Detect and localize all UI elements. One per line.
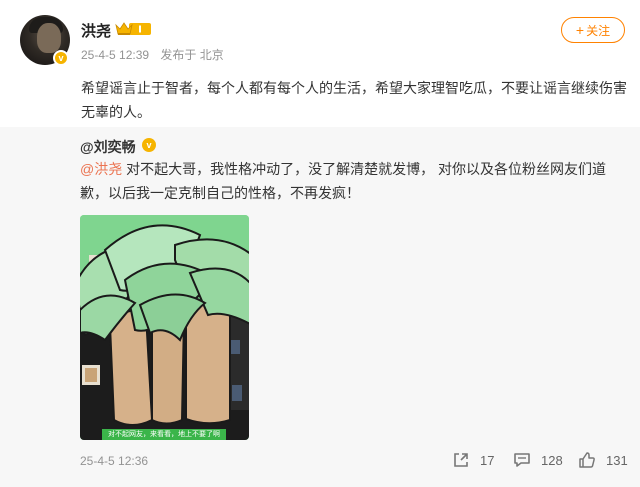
comment-count: 128 [541,452,563,468]
like-count: 131 [606,452,628,468]
image-caption: 对不起网友，来看看，地上不要了啊 [108,431,220,438]
post-time[interactable]: 25-4-5 12:39 [81,48,149,62]
follow-label: 关注 [586,23,611,38]
like-action[interactable]: 131 [578,449,628,471]
repost-card[interactable]: @刘奕畅 v @洪尧 对不起大哥，我性格冲动了，没了解清楚就发博， 对你以及各位… [0,127,640,487]
repost-count: 17 [480,452,495,468]
repost-time[interactable]: 25-4-5 12:36 [80,454,148,468]
post-source: 发布于 北京 [160,48,224,62]
mention-link[interactable]: @洪尧 [80,161,122,177]
vip-crown-icon[interactable] [115,21,152,37]
post-text: 希望谣言止于智者，每个人都有每个人的生活，希望大家理智吃瓜，不要让谣言继续伤害无… [81,80,627,120]
repost-author[interactable]: @刘奕畅 [80,137,136,157]
like-icon [579,452,595,468]
comment-icon [514,453,530,467]
verified-badge-icon: v [142,138,156,152]
repost-action[interactable]: 17 [452,449,494,471]
repost-image[interactable]: 对不起网友，来看看，地上不要了啊 [80,215,249,440]
repost-body: 对不起大哥，我性格冲动了，没了解清楚就发博， 对你以及各位粉丝网友们道歉，以后我… [80,161,606,201]
repost-icon [454,453,468,467]
post-meta: 25-4-5 12:39 发布于 北京 [81,46,224,63]
comment-action[interactable]: 128 [513,449,563,471]
weibo-post: v 洪尧 25-4-5 12:39 发布于 北京 + 关注 希望谣言止于智者，每… [0,0,640,487]
repost-text: @洪尧 对不起大哥，我性格冲动了，没了解清楚就发博， 对你以及各位粉丝网友们道歉… [80,157,628,205]
verified-badge-icon: v [53,50,69,66]
plus-icon: + [575,22,585,38]
author-name[interactable]: 洪尧 [81,20,111,41]
follow-button[interactable]: + 关注 [561,17,625,43]
